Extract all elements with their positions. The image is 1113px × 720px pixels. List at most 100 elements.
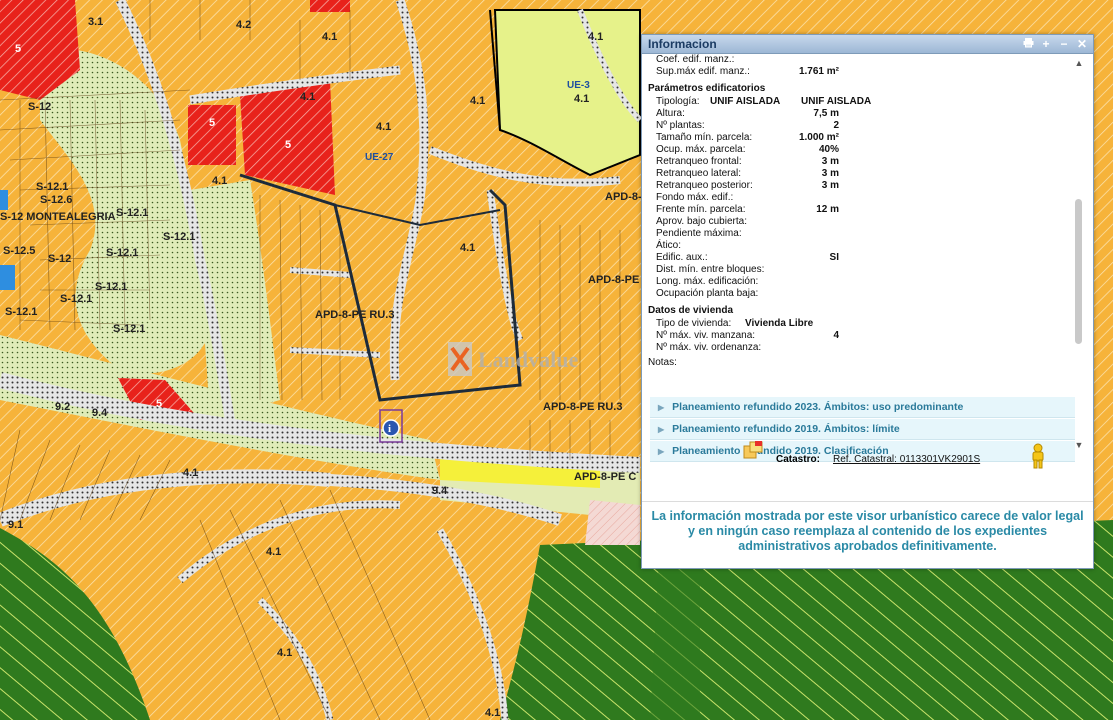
- zone-label: 4.1: [460, 242, 475, 254]
- attr-label: Retranqueo lateral:: [656, 168, 742, 179]
- zone-label: 4.1: [376, 121, 391, 133]
- catastro-icon: [742, 440, 764, 467]
- attr-label: Long. máx. edificación:: [656, 276, 759, 287]
- attr-row: Dist. mín. entre bloques:: [648, 264, 1073, 276]
- scroll-up-icon[interactable]: ▲: [1074, 58, 1084, 68]
- zone-label: 9.2: [55, 401, 70, 413]
- print-icon[interactable]: [1021, 37, 1035, 51]
- zone-label: 4.1: [212, 175, 227, 187]
- attr-label: Ático:: [656, 240, 682, 251]
- tipologia-row: Tipología: UNIF AISLADA UNIF AISLADA: [648, 96, 1073, 108]
- attr-label: Ocup. máx. parcela:: [656, 144, 746, 155]
- attr-value: 4: [833, 330, 839, 341]
- zone-label: 9.1: [8, 519, 23, 531]
- zone-label: 5: [209, 117, 215, 129]
- attr-row: Altura: 7,5 m: [648, 108, 1073, 120]
- panel-scroll-area[interactable]: Coef. edif. manz.: Sup.máx edif. manz.: 1…: [642, 54, 1093, 470]
- notas-row: Notas:: [648, 357, 1073, 369]
- attr-label: Notas:: [648, 357, 677, 368]
- attr-value: 1.000 m²: [798, 132, 839, 143]
- attr-row: Retranqueo frontal: 3 m: [648, 156, 1073, 168]
- attr-row: Aprov. bajo cubierta:: [648, 216, 1073, 228]
- attr-value: 12 m: [816, 204, 839, 215]
- maximize-icon[interactable]: +: [1039, 37, 1053, 51]
- zone-label: 4.1: [470, 95, 485, 107]
- street-view-pegman-icon[interactable]: [1030, 443, 1046, 474]
- accordion-uso-predominante[interactable]: ▶ Planeamiento refundido 2023. Ámbitos: u…: [650, 397, 1075, 418]
- attr-value: 3 m: [821, 180, 839, 191]
- attr-label: Fondo máx. edif.:: [656, 192, 734, 203]
- section-title: Parámetros edificatorios: [648, 83, 766, 94]
- zone-label: S-12.6: [40, 194, 72, 206]
- attr-row: Edific. aux.: SI: [648, 252, 1073, 264]
- zone-label: UE-27: [365, 152, 394, 163]
- tipo-vivienda-row: Tipo de vivienda: Vivienda Libre: [648, 318, 1073, 330]
- attr-label: Retranqueo posterior:: [656, 180, 753, 191]
- zone-label: 4.1: [588, 31, 603, 43]
- attr-row: Ocupación planta baja:: [648, 288, 1073, 300]
- attr-row: Coef. edif. manz.:: [648, 54, 1073, 66]
- attr-label: Dist. mín. entre bloques:: [656, 264, 765, 275]
- attr-row: Nº plantas: 2: [648, 120, 1073, 132]
- attr-value: UNIF AISLADA: [801, 96, 872, 107]
- zone-label: 4.1: [300, 91, 315, 103]
- landvalue-watermark: Landvalue: [448, 342, 578, 376]
- zone-label: 9.4: [92, 407, 108, 419]
- attr-label: Tipo de vivienda:: [656, 318, 732, 329]
- zone-label: 5: [285, 139, 291, 151]
- section-title: Datos de vivienda: [648, 305, 734, 316]
- attr-row: Frente mín. parcela: 12 m: [648, 204, 1073, 216]
- attr-label: Tipología:: [656, 96, 700, 107]
- zone-label: 4.2: [236, 19, 251, 31]
- attr-row: Retranqueo lateral: 3 m: [648, 168, 1073, 180]
- zone-label: S-12.1: [95, 281, 127, 293]
- attr-row: Fondo máx. edif.:: [648, 192, 1073, 204]
- attr-value: Vivienda Libre: [745, 318, 814, 329]
- attr-value: 2: [833, 120, 839, 131]
- close-icon[interactable]: ✕: [1075, 37, 1089, 51]
- catastro-link[interactable]: Ref. Catastral: 0113301VK2901S: [833, 454, 980, 465]
- attr-value: SI: [829, 252, 839, 263]
- attr-label: Edific. aux.:: [656, 252, 708, 263]
- accordion-label: Planeamiento refundido 2019. Ámbitos: lí…: [672, 423, 900, 435]
- attr-value: 3 m: [821, 168, 839, 179]
- zone-label: APD-8-PE C: [574, 471, 636, 483]
- panel-content: Coef. edif. manz.: Sup.máx edif. manz.: 1…: [648, 54, 1073, 369]
- attr-row: Ático:: [648, 240, 1073, 252]
- catastro-row: Catastro: Ref. Catastral: 0113301VK2901S: [642, 437, 1093, 487]
- attr-row: Ocup. máx. parcela: 40%: [648, 144, 1073, 156]
- attr-label: Coef. edif. manz.:: [656, 54, 735, 65]
- attr-value: 1.761 m²: [798, 66, 839, 77]
- attr-label: Sup.máx edif. manz.:: [656, 66, 750, 77]
- panel-title: Informacion: [648, 37, 717, 51]
- attr-row: Pendiente máxima:: [648, 228, 1073, 240]
- zone-label: S-12.1: [60, 293, 92, 305]
- catastro-label: Catastro:: [776, 454, 820, 465]
- attr-row: Long. máx. edificación:: [648, 276, 1073, 288]
- zone-label: 3.1: [88, 16, 103, 28]
- attr-label: Ocupación planta baja:: [656, 288, 759, 299]
- scrollbar-thumb[interactable]: [1075, 199, 1082, 344]
- zone-label: S-12.1: [5, 306, 37, 318]
- minimize-icon[interactable]: −: [1057, 37, 1071, 51]
- attr-label: Frente mín. parcela:: [656, 204, 746, 215]
- zone-label: S-12.5: [3, 245, 35, 257]
- attr-row: Nº máx. viv. manzana: 4: [648, 330, 1073, 342]
- zone-label: 4.1: [322, 31, 337, 43]
- zone-label: S-12: [28, 101, 51, 113]
- zone-label: S-12.1: [106, 247, 138, 259]
- attr-label: Nº máx. viv. manzana:: [656, 330, 756, 341]
- attr-value: 7,5 m: [813, 108, 839, 119]
- attr-row: Tamaño mín. parcela: 1.000 m²: [648, 132, 1073, 144]
- zone-label: UE-3: [567, 80, 590, 91]
- zone-label: 4.1: [277, 647, 292, 659]
- zone-label: 9.4: [432, 485, 448, 497]
- attr-row: Nº máx. viv. ordenanza:: [648, 342, 1073, 354]
- expand-icon: ▶: [658, 403, 665, 412]
- accordion-label: Planeamiento refundido 2023. Ámbitos: us…: [672, 401, 964, 413]
- attr-row: Sup.máx edif. manz.: 1.761 m²: [648, 66, 1073, 78]
- zone-label: 4.1: [485, 707, 500, 719]
- zone-label: S-12.1: [163, 231, 195, 243]
- scrollbar[interactable]: ▲ ▼: [1073, 54, 1085, 470]
- panel-header[interactable]: Informacion + − ✕: [642, 35, 1093, 54]
